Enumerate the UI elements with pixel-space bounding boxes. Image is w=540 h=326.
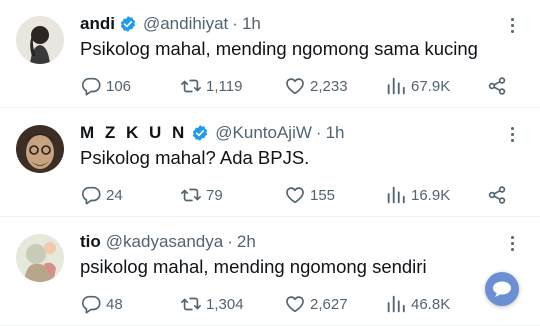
reply-icon [82, 295, 101, 314]
tweet-feed: andi @andihiyat · 1h Psikolog mahal, men… [0, 0, 540, 326]
timestamp[interactable]: 1h [326, 123, 345, 143]
verified-badge-icon [119, 15, 137, 33]
tweet-header: M Z K U N @KuntoAjiW · 1h [80, 122, 500, 144]
retweet-button[interactable]: 1,119 [180, 74, 242, 98]
tweet[interactable]: tio @kadyasandya · 2h psikolog mahal, me… [0, 218, 540, 326]
views-button[interactable]: 46.8K [385, 292, 450, 316]
retweet-icon [181, 79, 201, 93]
share-button[interactable] [486, 74, 508, 98]
retweet-count: 79 [206, 186, 223, 204]
tweet-text: Psikolog mahal? Ada BPJS. [80, 147, 310, 168]
more-icon[interactable] [504, 16, 520, 34]
reply-count: 24 [106, 186, 123, 204]
separator-dot: · [315, 123, 322, 142]
reply-button[interactable]: 24 [80, 183, 123, 207]
tweet-actions: 106 1,119 2,233 67.9K [80, 74, 520, 98]
reply-count: 48 [106, 295, 123, 313]
avatar[interactable] [16, 234, 64, 282]
retweet-icon [181, 188, 201, 202]
views-icon [387, 295, 405, 313]
avatar[interactable] [16, 125, 64, 173]
tweet-actions: 48 1,304 2,627 46.8K [80, 292, 520, 316]
share-button[interactable] [486, 183, 508, 207]
views-button[interactable]: 67.9K [385, 74, 450, 98]
like-count: 2,627 [310, 295, 348, 313]
tweet-text: psikolog mahal, mending ngomong sendiri [80, 256, 427, 277]
reply-icon [82, 77, 101, 96]
handle[interactable]: @KuntoAjiW [215, 123, 312, 143]
views-count: 67.9K [411, 77, 451, 95]
retweet-count: 1,304 [206, 295, 244, 313]
reply-button[interactable]: 48 [80, 292, 123, 316]
handle[interactable]: @kadyasandya [106, 232, 223, 252]
more-icon[interactable] [504, 125, 520, 143]
retweet-button[interactable]: 1,304 [180, 292, 244, 316]
tweet-actions: 24 79 155 16.9K [80, 183, 520, 207]
like-icon [286, 187, 304, 204]
share-icon [488, 186, 506, 204]
like-icon [286, 296, 304, 313]
tweet-header: andi @andihiyat · 1h [80, 13, 500, 35]
like-count: 155 [310, 186, 336, 204]
like-count: 2,233 [310, 77, 348, 95]
reply-count: 106 [106, 77, 132, 95]
views-count: 16.9K [411, 186, 451, 204]
tweet-header: tio @kadyasandya · 2h [80, 231, 500, 253]
retweet-button[interactable]: 79 [180, 183, 223, 207]
floating-action-button[interactable] [485, 272, 519, 306]
share-icon [488, 77, 506, 95]
separator-dot: · [227, 232, 233, 251]
tweet-text: Psikolog mahal, mending ngomong sama kuc… [80, 38, 478, 59]
retweet-count: 1,119 [206, 77, 243, 95]
tweet[interactable]: andi @andihiyat · 1h Psikolog mahal, men… [0, 0, 540, 108]
like-button[interactable]: 2,233 [284, 74, 348, 98]
like-icon [286, 78, 304, 95]
like-button[interactable]: 2,627 [284, 292, 348, 316]
views-icon [387, 186, 405, 204]
more-icon[interactable] [504, 234, 520, 252]
separator-dot: · [232, 14, 238, 33]
display-name[interactable]: M Z K U N [80, 123, 187, 143]
reply-icon [82, 186, 101, 205]
retweet-icon [181, 297, 201, 311]
verified-badge-icon [191, 124, 209, 142]
handle[interactable]: @andihiyat [143, 14, 228, 34]
display-name[interactable]: tio [80, 232, 101, 252]
display-name[interactable]: andi [80, 14, 115, 34]
timestamp[interactable]: 1h [242, 14, 261, 34]
like-button[interactable]: 155 [284, 183, 335, 207]
tweet[interactable]: M Z K U N @KuntoAjiW · 1h Psikolog mahal… [0, 109, 540, 217]
reply-button[interactable]: 106 [80, 74, 131, 98]
views-icon [387, 77, 405, 95]
chat-bubble-icon [493, 281, 511, 297]
views-count: 46.8K [411, 295, 451, 313]
timestamp[interactable]: 2h [237, 232, 256, 252]
avatar[interactable] [16, 16, 64, 64]
views-button[interactable]: 16.9K [385, 183, 450, 207]
